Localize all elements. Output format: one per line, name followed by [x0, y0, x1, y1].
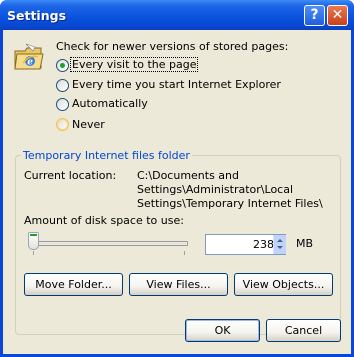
slider-tick [184, 251, 185, 255]
help-button[interactable]: ? [304, 5, 325, 26]
view-files-button[interactable]: View Files... [129, 273, 228, 296]
ie-folder-icon: e [14, 43, 44, 70]
radio-never[interactable] [56, 118, 69, 131]
disk-space-slider-track[interactable] [30, 241, 188, 246]
settings-dialog: Settings ? ✕ e Check for newer versions … [0, 0, 354, 357]
radio-every-start[interactable] [56, 79, 69, 92]
close-button[interactable]: ✕ [327, 5, 348, 26]
window-title: Settings [7, 8, 67, 23]
temp-files-group-title: Temporary Internet files folder [21, 149, 192, 162]
move-folder-button[interactable]: Move Folder... [24, 273, 123, 296]
current-location-label: Current location: [24, 169, 117, 182]
radio-label-never[interactable]: Never [72, 118, 105, 131]
disk-space-slider-thumb[interactable] [28, 232, 39, 250]
radio-selected-dot [60, 63, 65, 68]
view-objects-button[interactable]: View Objects... [234, 273, 333, 296]
cancel-button[interactable]: Cancel [266, 319, 341, 342]
disk-space-unit: MB [296, 237, 314, 250]
location-line: Settings\Temporary Internet Files\ [137, 197, 323, 210]
radio-label-every-start[interactable]: Every time you start Internet Explorer [72, 78, 281, 91]
dialog-body: e Check for newer versions of stored pag… [3, 30, 351, 354]
current-location-path: C:\Documents and Settings\Administrator\… [137, 169, 323, 211]
spin-up-icon[interactable] [277, 239, 283, 242]
disk-space-label: Amount of disk space to use: [24, 214, 184, 227]
radio-every-visit[interactable] [56, 59, 69, 72]
location-line: C:\Documents and [137, 169, 240, 182]
svg-text:e: e [27, 58, 33, 68]
radio-automatically[interactable] [56, 98, 69, 111]
title-bar[interactable]: Settings ? ✕ [0, 0, 354, 30]
radio-label-every-visit[interactable]: Every visit to the page [69, 57, 199, 72]
radio-label-automatically[interactable]: Automatically [72, 97, 148, 110]
check-heading: Check for newer versions of stored pages… [56, 40, 289, 53]
disk-space-spinner[interactable] [273, 235, 286, 254]
ok-button[interactable]: OK [185, 319, 260, 342]
slider-tick [33, 251, 34, 255]
spin-down-icon[interactable] [277, 246, 283, 249]
location-line: Settings\Administrator\Local [137, 183, 294, 196]
